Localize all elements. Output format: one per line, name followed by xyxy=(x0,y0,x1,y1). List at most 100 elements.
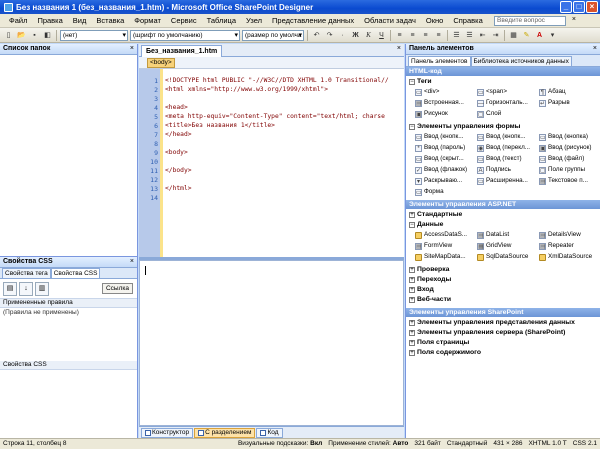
toolbox-item[interactable]: SiteMapData... xyxy=(415,252,477,262)
category-aspnet[interactable]: Элементы управления ASP.NET xyxy=(406,200,600,210)
toolbox-item[interactable]: ▾ Раскрываю... xyxy=(415,176,477,186)
show-set-properties-icon[interactable]: ▥ xyxy=(35,281,49,296)
sort-alpha-icon[interactable]: ↓ xyxy=(19,281,33,296)
bold-button[interactable]: Ж xyxy=(350,30,361,41)
toolbox-item[interactable]: ▤ Текстовое п... xyxy=(539,176,600,186)
redo-icon[interactable]: ↷ xyxy=(324,30,335,41)
numbered-list-icon[interactable]: ☰ xyxy=(451,30,462,41)
menu-edit[interactable]: Правка xyxy=(32,16,67,25)
toolbox-item[interactable]: — Горизонталь... xyxy=(477,98,539,108)
tab-css-properties[interactable]: Свойства CSS xyxy=(50,268,101,278)
collapse-icon[interactable]: − xyxy=(409,222,415,228)
toolbox-item[interactable]: ▭ Ввод (кнопк... xyxy=(477,132,539,142)
style-application-status[interactable]: Применение стилей: Авто xyxy=(328,439,408,449)
toolbox-item[interactable]: ▭ <div> xyxy=(415,87,477,97)
toolbox-item[interactable]: ▤ DataList xyxy=(477,230,539,240)
toolbox-item[interactable]: ▭ Ввод (файл) xyxy=(539,154,600,164)
expand-icon[interactable]: + xyxy=(409,330,415,336)
css-version-status[interactable]: CSS 2.1 xyxy=(573,439,597,449)
tab-data-source-library[interactable]: Библиотека источников данных xyxy=(470,56,572,66)
toolbox-item[interactable]: ▭ Ввод (кнопк... xyxy=(415,132,477,142)
doctype-status[interactable]: XHTML 1.0 T xyxy=(528,439,566,449)
toolbox-item[interactable]: ▭ Расширенна... xyxy=(477,176,539,186)
expand-icon[interactable]: + xyxy=(409,340,415,346)
publish-icon[interactable]: ◧ xyxy=(42,30,53,41)
toolbar-options-icon[interactable]: ▾ xyxy=(547,30,558,41)
expand-icon[interactable]: + xyxy=(409,267,415,273)
decrease-indent-icon[interactable]: ⇤ xyxy=(477,30,488,41)
category-sharepoint[interactable]: Элементы управления SharePoint xyxy=(406,308,600,318)
group-page-fields[interactable]: + Поля страницы xyxy=(406,338,600,348)
menu-table[interactable]: Таблица xyxy=(202,16,241,25)
menu-view[interactable]: Вид xyxy=(68,16,92,25)
group-data[interactable]: − Данные xyxy=(406,220,600,230)
tab-code[interactable]: Код xyxy=(256,427,283,438)
toolbox-item[interactable]: ▭ Форма xyxy=(415,187,477,197)
mode-status[interactable]: Стандартный xyxy=(447,439,488,449)
close-icon[interactable]: × xyxy=(130,257,134,267)
menu-data-view[interactable]: Представление данных xyxy=(267,16,359,25)
expand-icon[interactable]: + xyxy=(409,287,415,293)
toolbox-item[interactable]: XmlDataSource xyxy=(539,252,600,262)
increase-indent-icon[interactable]: ⇥ xyxy=(490,30,501,41)
group-navigation[interactable]: + Переходы xyxy=(406,275,600,285)
style-select[interactable]: (нет) xyxy=(60,29,128,41)
group-login[interactable]: + Вход xyxy=(406,285,600,295)
underline-button[interactable]: Ч xyxy=(376,30,387,41)
category-html[interactable]: HTML-код xyxy=(406,67,600,77)
tab-design[interactable]: Конструктор xyxy=(141,427,194,438)
expand-icon[interactable]: + xyxy=(409,350,415,356)
open-icon[interactable]: 📂 xyxy=(16,30,27,41)
toolbox-item[interactable]: AccessDataS... xyxy=(415,230,477,240)
toolbox-item[interactable]: ▦ GridView xyxy=(477,241,539,251)
toolbox-item[interactable]: ▤ Repeater xyxy=(539,241,600,251)
bulleted-list-icon[interactable]: ☰ xyxy=(464,30,475,41)
group-data-view-controls[interactable]: + Элементы управления представления данн… xyxy=(406,318,600,328)
design-view[interactable] xyxy=(139,260,404,426)
maximize-button[interactable]: □ xyxy=(573,1,585,13)
menu-help[interactable]: Справка xyxy=(448,16,487,25)
group-content-fields[interactable]: + Поля содержимого xyxy=(406,348,600,358)
group-form-controls[interactable]: − Элементы управления формы xyxy=(406,122,600,132)
menu-window[interactable]: Окно xyxy=(421,16,448,25)
toolbox-item[interactable]: ▣ Рисунок xyxy=(415,109,477,119)
menu-close-icon[interactable]: × xyxy=(572,16,576,23)
toolbox-item[interactable]: ▭ Ввод (текст) xyxy=(477,154,539,164)
expand-icon[interactable]: + xyxy=(409,297,415,303)
group-webparts[interactable]: + Веб-части xyxy=(406,295,600,305)
toolbox-item[interactable]: ¶ Абзац xyxy=(539,87,600,97)
close-icon[interactable]: × xyxy=(130,44,134,54)
close-icon[interactable]: × xyxy=(397,45,401,52)
font-size-select[interactable]: (размер по умолча xyxy=(242,29,304,41)
close-button[interactable]: × xyxy=(586,1,598,13)
minimize-button[interactable]: _ xyxy=(560,1,572,13)
group-tags[interactable]: − Теги xyxy=(406,77,600,87)
code-view[interactable]: 1 2 3 4 5 6 7 8 9 10 11 12 13 14 <!DOCTY… xyxy=(139,69,404,257)
categorized-icon[interactable]: ▤ xyxy=(3,281,17,296)
link-button[interactable]: Ссылка xyxy=(101,283,133,294)
toolbox-item[interactable]: ↵ Разрыв xyxy=(539,98,600,108)
align-right-icon[interactable]: ≡ xyxy=(420,30,431,41)
tab-tag-properties[interactable]: Свойства тега xyxy=(2,268,51,278)
visual-aids-status[interactable]: Визуальные подсказки: Вкл xyxy=(238,439,322,449)
tab-toolbox[interactable]: Панель элементов xyxy=(408,56,471,66)
expand-icon[interactable]: + xyxy=(409,320,415,326)
body-tag-button[interactable]: <body> xyxy=(147,58,175,68)
font-select[interactable]: (шрифт по умолчанию) xyxy=(130,29,240,41)
menu-file[interactable]: Файл xyxy=(4,16,32,25)
toolbox-item[interactable]: ▤ DetailsView xyxy=(539,230,600,240)
new-page-icon[interactable]: ▯ xyxy=(3,30,14,41)
group-validation[interactable]: + Проверка xyxy=(406,265,600,275)
toolbox-item[interactable]: ▭ Ввод (кнопка) xyxy=(539,132,600,142)
page-dimensions[interactable]: 431 × 286 xyxy=(493,439,522,449)
menu-insert[interactable]: Вставка xyxy=(91,16,129,25)
close-icon[interactable]: × xyxy=(593,44,597,54)
tab-split[interactable]: С разделением xyxy=(194,427,256,438)
toolbox-item[interactable]: ▤ Встроенная... xyxy=(415,98,477,108)
italic-button[interactable]: К xyxy=(363,30,374,41)
group-server-controls[interactable]: + Элементы управления сервера (SharePoin… xyxy=(406,328,600,338)
align-left-icon[interactable]: ≡ xyxy=(394,30,405,41)
borders-icon[interactable]: ▦ xyxy=(508,30,519,41)
menu-task-panes[interactable]: Области задач xyxy=(359,16,421,25)
document-tab[interactable]: Без_названия_1.htm xyxy=(141,45,223,57)
